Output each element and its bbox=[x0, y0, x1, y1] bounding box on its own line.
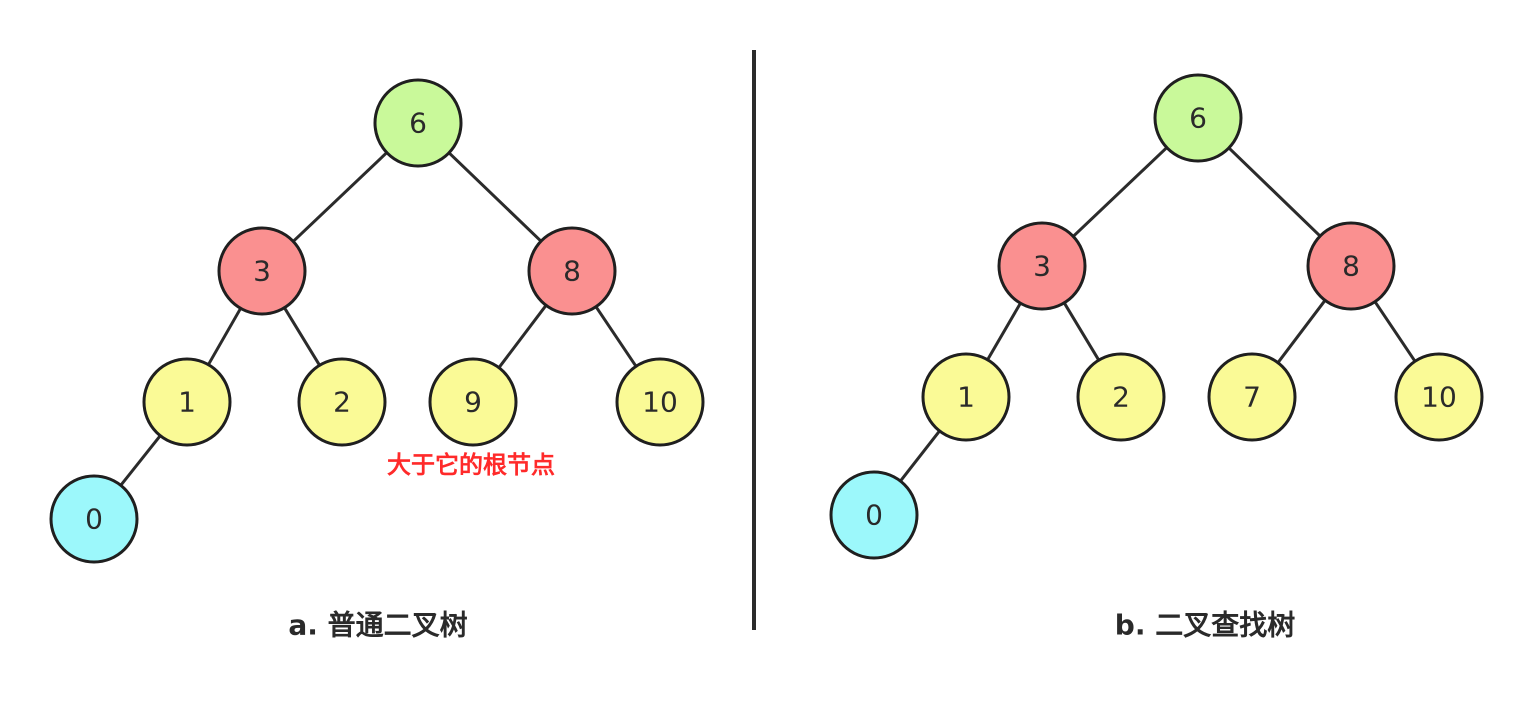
tree-a-node-label-9: 9 bbox=[464, 386, 482, 419]
tree-b-node-6: 6 bbox=[1153, 73, 1243, 163]
tree-a-edge-6-3 bbox=[292, 151, 388, 243]
tree-b-node-1: 1 bbox=[921, 352, 1011, 442]
tree-b-node-label-6: 6 bbox=[1189, 102, 1207, 135]
tree-b-node-10: 10 bbox=[1394, 352, 1484, 442]
tree-b-caption: b. 二叉查找树 bbox=[1115, 609, 1295, 642]
tree-a-node-8: 8 bbox=[527, 226, 617, 316]
tree-a-node-9: 9 bbox=[428, 357, 518, 447]
tree-b-edge-8-10 bbox=[1373, 300, 1417, 363]
tree-a-node-label-8: 8 bbox=[563, 255, 581, 288]
tree-b-node-label-2: 2 bbox=[1112, 381, 1130, 414]
tree-b-edge-3-2 bbox=[1062, 302, 1101, 361]
tree-a-node-1: 1 bbox=[142, 357, 232, 447]
tree-a-normal-binary-tree: 6 3 8 1 2 9 10 0 大于它的根节点 a. 普通二叉树 bbox=[49, 78, 705, 642]
tree-a-edge-6-8 bbox=[447, 151, 543, 243]
tree-a-annotation: 大于它的根节点 bbox=[387, 451, 555, 479]
tree-b-node-8: 8 bbox=[1306, 221, 1396, 311]
tree-a-node-label-1: 1 bbox=[178, 386, 196, 419]
diagram-canvas: 6 3 8 1 2 9 10 0 大于它的根节点 a. 普通二叉树 6 3 8 1 2 7 10 0 b. … bbox=[0, 0, 1532, 710]
tree-b-node-label-8: 8 bbox=[1342, 250, 1360, 283]
tree-a-edge-8-10 bbox=[594, 305, 638, 368]
tree-b-node-7: 7 bbox=[1207, 352, 1297, 442]
tree-b-node-3: 3 bbox=[997, 221, 1087, 311]
tree-b-node-label-7: 7 bbox=[1243, 381, 1261, 414]
tree-a-node-0: 0 bbox=[49, 474, 139, 564]
tree-a-edge-1-0 bbox=[119, 434, 162, 487]
tree-b-node-label-0: 0 bbox=[865, 499, 883, 532]
tree-a-node-label-2: 2 bbox=[333, 386, 351, 419]
tree-b-binary-search-tree: 6 3 8 1 2 7 10 0 b. 二叉查找树 bbox=[829, 73, 1484, 642]
tree-b-edge-1-0 bbox=[899, 429, 941, 483]
tree-b-node-0: 0 bbox=[829, 470, 919, 560]
tree-b-node-label-10: 10 bbox=[1421, 381, 1457, 414]
tree-a-node-label-10: 10 bbox=[642, 386, 678, 419]
tree-a-node-3: 3 bbox=[217, 226, 307, 316]
tree-a-edge-3-1 bbox=[207, 307, 242, 366]
tree-b-edge-3-1 bbox=[986, 302, 1022, 361]
tree-a-node-2: 2 bbox=[297, 357, 387, 447]
tree-a-edge-3-2 bbox=[283, 306, 321, 367]
tree-a-node-label-0: 0 bbox=[85, 503, 103, 536]
tree-b-edge-6-8 bbox=[1227, 146, 1322, 238]
tree-a-node-10: 10 bbox=[615, 357, 705, 447]
binary-tree-diagram: 6 3 8 1 2 9 10 0 大于它的根节点 a. 普通二叉树 6 3 8 1 2 7 10 0 b. … bbox=[49, 50, 1484, 642]
tree-b-node-2: 2 bbox=[1076, 352, 1166, 442]
tree-a-edge-8-9 bbox=[497, 304, 548, 369]
tree-a-node-label-6: 6 bbox=[409, 107, 427, 140]
tree-b-edge-6-3 bbox=[1072, 146, 1168, 238]
tree-a-caption: a. 普通二叉树 bbox=[288, 609, 467, 642]
tree-b-edge-8-7 bbox=[1276, 299, 1327, 364]
tree-b-node-label-3: 3 bbox=[1033, 250, 1051, 283]
tree-a-node-label-3: 3 bbox=[253, 255, 271, 288]
tree-b-node-label-1: 1 bbox=[957, 381, 975, 414]
tree-a-node-6: 6 bbox=[373, 78, 463, 168]
